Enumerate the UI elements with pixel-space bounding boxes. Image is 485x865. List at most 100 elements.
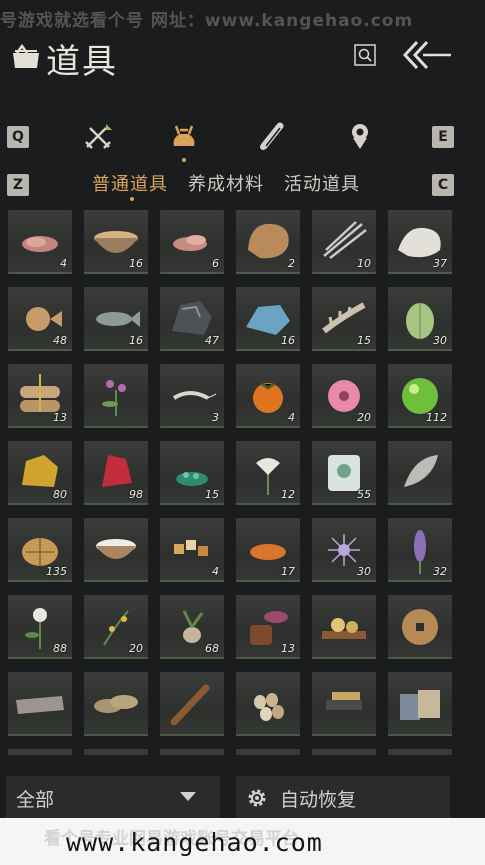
- inventory-slot[interactable]: [312, 595, 376, 659]
- key-hint-c[interactable]: C: [432, 174, 454, 196]
- inventory-slot[interactable]: 88: [8, 595, 72, 659]
- inventory-slot[interactable]: 13: [8, 364, 72, 428]
- inventory-slot[interactable]: 32: [388, 518, 452, 582]
- category-row: Q E: [0, 112, 485, 162]
- inventory-slot[interactable]: 98: [84, 441, 148, 505]
- item-quantity: 32: [433, 565, 447, 578]
- grey-feather-icon: [404, 455, 438, 487]
- tab-normal-items[interactable]: 普通道具: [92, 170, 168, 196]
- inventory-slot[interactable]: 12: [236, 441, 300, 505]
- tab-event-items[interactable]: 活动道具: [284, 170, 360, 196]
- item-quantity: 135: [46, 565, 67, 578]
- inventory-slot[interactable]: 6: [160, 210, 224, 274]
- watermark-url: www.kangehao.com: [66, 828, 323, 857]
- key-hint-e[interactable]: E: [432, 126, 454, 148]
- back-arrow-icon[interactable]: [403, 38, 453, 72]
- inventory-slot-partial[interactable]: [312, 749, 376, 755]
- inventory-slot[interactable]: 4: [160, 518, 224, 582]
- inventory-slot[interactable]: 112: [388, 364, 452, 428]
- inventory-slot[interactable]: 48: [8, 287, 72, 351]
- inventory-slot[interactable]: [312, 672, 376, 736]
- wood-block-icon: [16, 696, 64, 714]
- item-quantity: 16: [129, 257, 143, 270]
- inventory-slot[interactable]: 17: [236, 518, 300, 582]
- item-quantity: 10: [357, 257, 371, 270]
- item-quantity: 98: [129, 488, 143, 501]
- books-icon: [400, 690, 440, 720]
- scroll-icon[interactable]: [256, 120, 288, 152]
- rice-bowl-icon: [96, 539, 136, 559]
- watermark-banner: 看个号专业网易游戏账号交易平台 www.kangehao.com: [0, 818, 485, 865]
- inventory-slot[interactable]: 30: [312, 518, 376, 582]
- inventory-slot[interactable]: 10: [312, 210, 376, 274]
- inventory-slot[interactable]: 3: [160, 364, 224, 428]
- inventory-slot-partial[interactable]: [8, 749, 72, 755]
- filter-label: 全部: [16, 789, 55, 811]
- key-hint-q[interactable]: Q: [7, 126, 29, 148]
- inventory-slot[interactable]: [84, 364, 148, 428]
- inventory-slot[interactable]: 16: [236, 287, 300, 351]
- key-hint-z[interactable]: Z: [7, 174, 29, 196]
- brown-stick-icon: [170, 684, 210, 726]
- active-tab-indicator: [130, 197, 134, 201]
- inventory-slot[interactable]: [84, 672, 148, 736]
- item-quantity: 2: [288, 257, 295, 270]
- item-quantity: 16: [129, 334, 143, 347]
- item-quantity: 16: [281, 334, 295, 347]
- inventory-slot[interactable]: 37: [388, 210, 452, 274]
- gear-icon: [248, 789, 266, 807]
- inventory-slot[interactable]: [388, 672, 452, 736]
- tab-training-materials[interactable]: 养成材料: [188, 170, 264, 196]
- inventory-slot[interactable]: 47: [160, 287, 224, 351]
- inventory-slot-partial[interactable]: [84, 749, 148, 755]
- inventory-slot-partial[interactable]: [388, 749, 452, 755]
- item-quantity: 6: [212, 257, 219, 270]
- inventory-slot[interactable]: 20: [312, 364, 376, 428]
- badge-icon[interactable]: [344, 120, 376, 152]
- inventory-slot[interactable]: 16: [84, 287, 148, 351]
- item-quantity: 4: [60, 257, 67, 270]
- inventory-slot[interactable]: 15: [160, 441, 224, 505]
- inventory-slot[interactable]: [236, 672, 300, 736]
- inventory-slot[interactable]: 30: [388, 287, 452, 351]
- item-quantity: 20: [357, 411, 371, 424]
- auto-recover-button[interactable]: 自动恢复: [236, 776, 450, 818]
- inventory-slot[interactable]: 2: [236, 210, 300, 274]
- page-title: 道具: [46, 42, 118, 82]
- inventory-slot[interactable]: 55: [312, 441, 376, 505]
- inventory-slot[interactable]: [160, 672, 224, 736]
- item-quantity: 13: [53, 411, 67, 424]
- pouch-icon[interactable]: [168, 120, 200, 152]
- inventory-slot-partial[interactable]: [236, 749, 300, 755]
- item-quantity: 88: [53, 642, 67, 655]
- inventory-slot[interactable]: 68: [160, 595, 224, 659]
- inventory-slot[interactable]: 4: [8, 210, 72, 274]
- item-quantity: 55: [357, 488, 371, 501]
- inventory-slot[interactable]: [388, 441, 452, 505]
- active-category-indicator: [182, 158, 186, 162]
- item-grid: 4 16 6 2 10 37 48 16 47 16 15 30 13 3 4 20 112 80 98 15 12 55…: [0, 210, 485, 755]
- crossed-swords-icon[interactable]: [82, 120, 114, 152]
- purple-flower-herb-icon: [102, 380, 126, 416]
- item-quantity: 17: [281, 565, 295, 578]
- inventory-slot[interactable]: [8, 672, 72, 736]
- inventory-slot[interactable]: 15: [312, 287, 376, 351]
- item-quantity: 13: [281, 642, 295, 655]
- ink-stick-icon: [326, 692, 362, 710]
- inventory-slot[interactable]: 135: [8, 518, 72, 582]
- item-quantity: 3: [212, 411, 219, 424]
- search-icon[interactable]: [354, 44, 376, 66]
- inventory-slot[interactable]: 80: [8, 441, 72, 505]
- inventory-slot-partial[interactable]: [160, 749, 224, 755]
- item-quantity: 4: [212, 565, 219, 578]
- item-quantity: 68: [205, 642, 219, 655]
- filter-dropdown[interactable]: 全部: [6, 776, 220, 818]
- inventory-slot[interactable]: 13: [236, 595, 300, 659]
- item-bag-icon: [13, 44, 39, 68]
- inventory-slot[interactable]: 4: [236, 364, 300, 428]
- inventory-slot[interactable]: 20: [84, 595, 148, 659]
- inventory-slot[interactable]: [388, 595, 452, 659]
- inventory-slot[interactable]: [84, 518, 148, 582]
- item-quantity: 112: [426, 411, 447, 424]
- inventory-slot[interactable]: 16: [84, 210, 148, 274]
